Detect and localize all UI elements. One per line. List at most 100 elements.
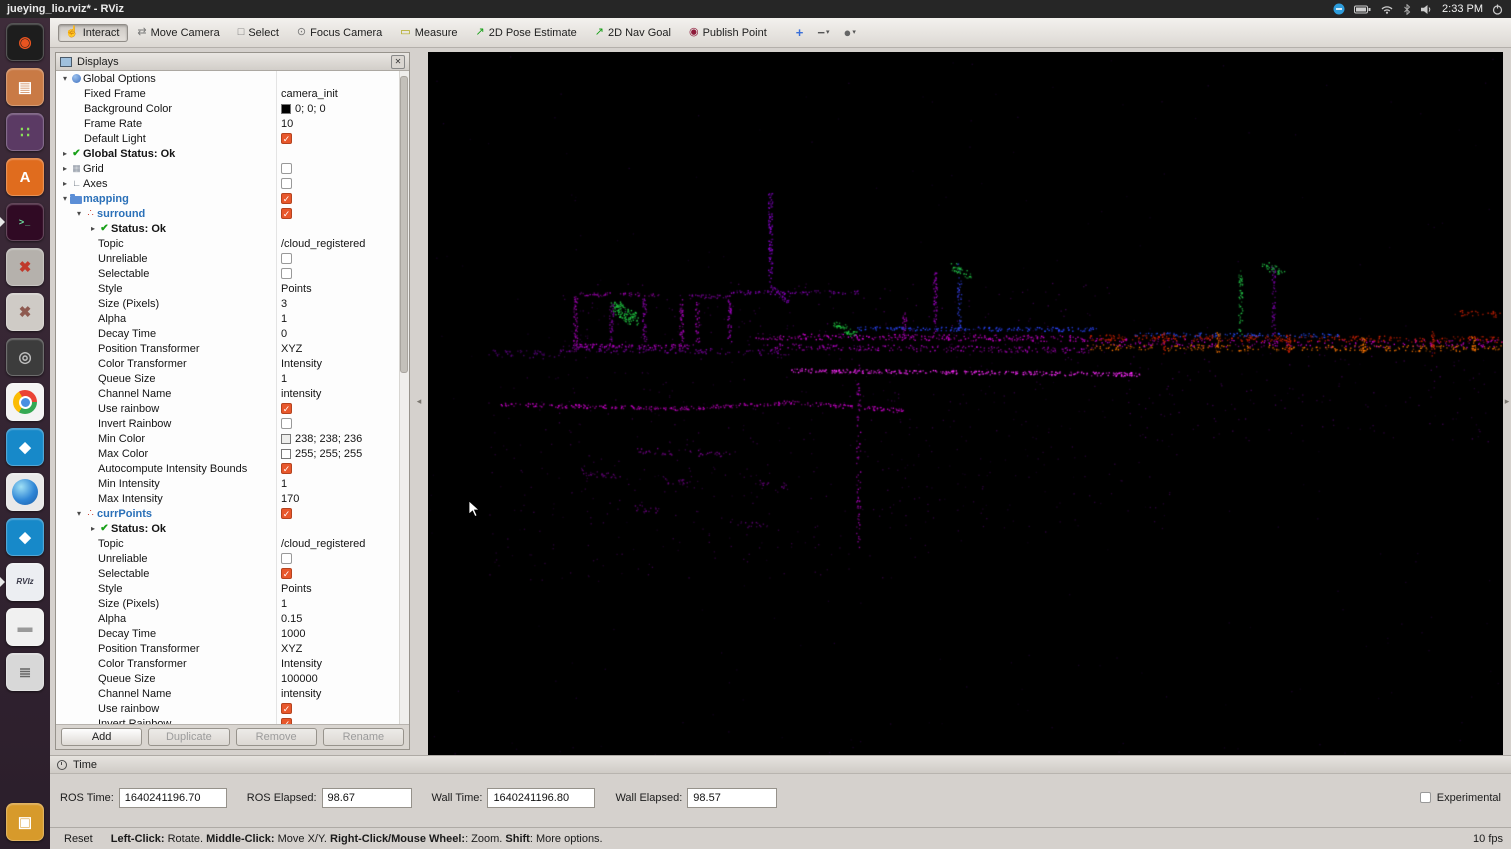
property-value[interactable]: 238; 238; 236 xyxy=(295,433,362,445)
tool-select[interactable]: □Select xyxy=(231,24,288,42)
display-tree-row[interactable]: ▸✔Status: Ok xyxy=(56,521,409,536)
display-tree-row[interactable]: Color TransformerIntensity xyxy=(56,356,409,371)
displays-scrollbar[interactable] xyxy=(399,71,409,724)
launcher-item-tweak-tool[interactable]: ✖ xyxy=(6,293,44,331)
display-tree-row[interactable]: Channel Nameintensity xyxy=(56,686,409,701)
launcher-item-text-editor[interactable]: A xyxy=(6,158,44,196)
tool-tool-options-button[interactable]: ●▾ xyxy=(839,24,859,41)
expander-icon[interactable]: ▾ xyxy=(60,74,70,83)
tool-2d-pose-estimate[interactable]: ↗2D Pose Estimate xyxy=(468,24,585,42)
launcher-item-vscode-2[interactable]: ◆ xyxy=(6,518,44,556)
display-tree-row[interactable]: ▾∴currPoints✓ xyxy=(56,506,409,521)
tool-add-tool-button[interactable]: + xyxy=(792,24,808,41)
property-value[interactable]: 0; 0; 0 xyxy=(295,103,326,115)
property-value[interactable]: 100000 xyxy=(281,673,318,685)
display-tree-row[interactable]: ▾∴surround✓ xyxy=(56,206,409,221)
property-checkbox[interactable] xyxy=(281,178,292,189)
ros-time-input[interactable] xyxy=(119,788,227,808)
property-value[interactable]: camera_init xyxy=(281,88,338,100)
property-value[interactable]: Points xyxy=(281,583,312,595)
property-checkbox[interactable]: ✓ xyxy=(281,508,292,519)
property-checkbox[interactable] xyxy=(281,553,292,564)
chat-indicator-icon[interactable] xyxy=(1333,3,1345,15)
display-tree-row[interactable]: Position TransformerXYZ xyxy=(56,341,409,356)
display-tree-row[interactable]: StylePoints xyxy=(56,581,409,596)
expander-icon[interactable]: ▾ xyxy=(74,509,84,518)
property-value[interactable]: 0 xyxy=(281,328,287,340)
launcher-item-rviz[interactable]: RVIz xyxy=(6,563,44,601)
property-checkbox[interactable]: ✓ xyxy=(281,703,292,714)
expander-icon[interactable]: ▸ xyxy=(60,164,70,173)
right-edge-splitter[interactable]: ▸ xyxy=(1503,48,1511,755)
display-tree-row[interactable]: Min Color238; 238; 236 xyxy=(56,431,409,446)
property-checkbox[interactable] xyxy=(281,163,292,174)
property-value[interactable]: XYZ xyxy=(281,643,302,655)
wall-elapsed-input[interactable] xyxy=(687,788,777,808)
display-tree-row[interactable]: ▾Global Options xyxy=(56,71,409,86)
tool-move-camera[interactable]: ⇄Move Camera xyxy=(130,24,228,42)
display-tree-row[interactable]: Alpha0.15 xyxy=(56,611,409,626)
bluetooth-icon[interactable] xyxy=(1403,4,1411,15)
display-tree-row[interactable]: Frame Rate10 xyxy=(56,116,409,131)
color-swatch[interactable] xyxy=(281,449,291,459)
launcher-item-files[interactable]: ▤ xyxy=(6,68,44,106)
property-checkbox[interactable] xyxy=(281,268,292,279)
launcher-item-plugin[interactable]: ≣ xyxy=(6,653,44,691)
property-checkbox[interactable]: ✓ xyxy=(281,403,292,414)
property-value[interactable]: Points xyxy=(281,283,312,295)
property-checkbox[interactable]: ✓ xyxy=(281,133,292,144)
expander-icon[interactable]: ▸ xyxy=(60,179,70,188)
display-tree-row[interactable]: Max Intensity170 xyxy=(56,491,409,506)
clock[interactable]: 2:33 PM xyxy=(1442,3,1483,15)
launcher-item-software[interactable]: ▣ xyxy=(6,803,44,841)
launcher-item-dash-home[interactable]: ◉ xyxy=(6,23,44,61)
display-tree-row[interactable]: Max Color255; 255; 255 xyxy=(56,446,409,461)
launcher-item-vscode[interactable]: ◆ xyxy=(6,428,44,466)
expander-icon[interactable]: ▾ xyxy=(60,194,70,203)
display-tree-row[interactable]: Use rainbow✓ xyxy=(56,701,409,716)
display-tree-row[interactable]: Min Intensity1 xyxy=(56,476,409,491)
display-tree-row[interactable]: Channel Nameintensity xyxy=(56,386,409,401)
display-tree-row[interactable]: Background Color0; 0; 0 xyxy=(56,101,409,116)
display-tree-row[interactable]: Invert Rainbow✓ xyxy=(56,716,409,724)
launcher-item-network-sphere[interactable] xyxy=(6,473,44,511)
property-value[interactable]: 170 xyxy=(281,493,299,505)
3d-viewport[interactable] xyxy=(428,52,1503,755)
duplicate-button[interactable]: Duplicate xyxy=(148,728,229,746)
add-button[interactable]: Add xyxy=(61,728,142,746)
launcher-item-terminal[interactable]: >_ xyxy=(6,203,44,241)
display-tree-row[interactable]: Topic/cloud_registered xyxy=(56,536,409,551)
display-tree-row[interactable]: ▸✔Global Status: Ok xyxy=(56,146,409,161)
property-checkbox[interactable]: ✓ xyxy=(281,208,292,219)
property-value[interactable]: 1 xyxy=(281,598,287,610)
property-value[interactable]: Intensity xyxy=(281,658,322,670)
property-value[interactable]: 1 xyxy=(281,313,287,325)
launcher-item-archive[interactable]: ▬ xyxy=(6,608,44,646)
display-tree-row[interactable]: Color TransformerIntensity xyxy=(56,656,409,671)
expander-icon[interactable]: ▾ xyxy=(74,209,84,218)
display-tree-row[interactable]: Topic/cloud_registered xyxy=(56,236,409,251)
property-value[interactable]: 1 xyxy=(281,373,287,385)
tool-focus-camera[interactable]: ⊙Focus Camera xyxy=(290,24,391,42)
property-checkbox[interactable]: ✓ xyxy=(281,463,292,474)
ros-elapsed-input[interactable] xyxy=(322,788,412,808)
close-panel-button[interactable]: ✕ xyxy=(391,55,405,69)
property-checkbox[interactable]: ✓ xyxy=(281,568,292,579)
tool-interact[interactable]: ☝Interact xyxy=(58,24,128,42)
tool-measure[interactable]: ▭Measure xyxy=(393,24,466,42)
display-tree-row[interactable]: Queue Size1 xyxy=(56,371,409,386)
property-value[interactable]: 255; 255; 255 xyxy=(295,448,362,460)
display-tree-row[interactable]: Use rainbow✓ xyxy=(56,401,409,416)
display-tree-row[interactable]: Unreliable xyxy=(56,251,409,266)
expander-icon[interactable]: ▸ xyxy=(88,224,98,233)
rename-button[interactable]: Rename xyxy=(323,728,404,746)
display-tree-row[interactable]: Selectable xyxy=(56,266,409,281)
color-swatch[interactable] xyxy=(281,104,291,114)
reset-button[interactable]: Reset xyxy=(58,832,99,846)
tool-2d-nav-goal[interactable]: ↗2D Nav Goal xyxy=(588,24,680,42)
property-value[interactable]: 3 xyxy=(281,298,287,310)
tool-publish-point[interactable]: ◉Publish Point xyxy=(682,24,776,42)
property-value[interactable]: /cloud_registered xyxy=(281,538,365,550)
property-checkbox[interactable]: ✓ xyxy=(281,193,292,204)
property-value[interactable]: XYZ xyxy=(281,343,302,355)
